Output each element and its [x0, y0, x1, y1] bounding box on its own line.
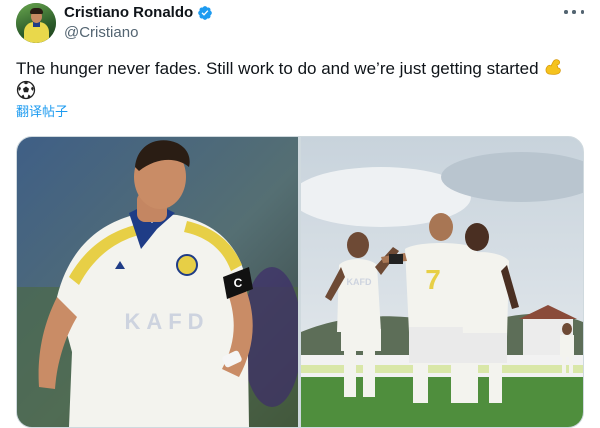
tweet: Cristiano Ronaldo @Cristiano The hunger …: [0, 0, 600, 428]
jersey-sponsor-text: KAFD: [124, 309, 209, 334]
photo-team-celebration-image: KAFD 7: [301, 137, 583, 427]
svg-text:C: C: [234, 276, 243, 290]
soccer-ball-emoji-icon: [16, 80, 36, 100]
display-name[interactable]: Cristiano Ronaldo: [64, 3, 193, 23]
media-grid[interactable]: C KAFD KAFD 7: [16, 136, 584, 428]
photo-team-celebration[interactable]: KAFD 7: [301, 137, 583, 427]
photo-player-closeup[interactable]: C KAFD: [17, 137, 298, 427]
flexed-biceps-emoji-icon: [545, 59, 562, 75]
more-options-icon[interactable]: [564, 4, 584, 20]
verified-badge-icon: [198, 6, 213, 20]
author-handle[interactable]: @Cristiano: [64, 23, 138, 43]
author-name-row[interactable]: Cristiano Ronaldo: [64, 3, 213, 23]
tweet-text: The hunger never fades. Still work to do…: [16, 57, 586, 103]
jersey-number-seven: 7: [425, 264, 441, 295]
avatar[interactable]: [16, 3, 56, 43]
photo-player-closeup-image: C KAFD: [17, 137, 298, 427]
jersey-text-left-player: KAFD: [347, 277, 372, 287]
tweet-text-body: The hunger never fades. Still work to do…: [16, 59, 539, 78]
translate-post-link[interactable]: 翻译帖子: [16, 104, 68, 122]
